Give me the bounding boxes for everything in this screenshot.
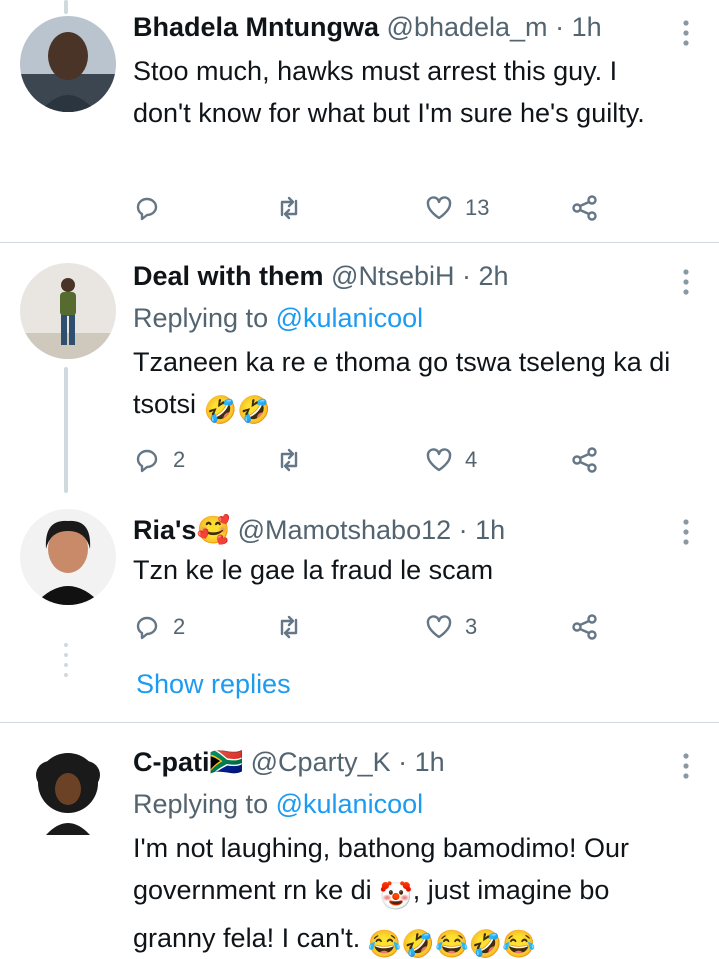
replying-prefix: Replying to <box>133 789 269 819</box>
avatar[interactable] <box>20 263 116 359</box>
like-button[interactable]: 13 <box>425 188 489 228</box>
replying-prefix: Replying to <box>133 303 269 333</box>
timestamp[interactable]: 1h <box>475 515 505 545</box>
reply-count: 2 <box>173 447 186 472</box>
clown-emoji: 🤡 <box>379 881 413 911</box>
user-handle[interactable]: @Cparty_K <box>251 747 391 777</box>
reply-button[interactable] <box>133 188 173 228</box>
avatar[interactable] <box>20 16 116 112</box>
tweet-header: Ria's🥰 @Mamotshabo12 · 1h <box>133 513 679 547</box>
reply-button[interactable]: 2 <box>133 607 185 647</box>
mention-link[interactable]: @kulanicool <box>276 789 424 819</box>
reply-icon <box>136 616 158 640</box>
display-name[interactable]: Deal with them <box>133 261 324 291</box>
laughing-emoji: 😂🤣😂🤣😂 <box>367 929 536 959</box>
tweet-text: I'm not laughing, bathong bamodimo! Our … <box>133 827 679 959</box>
retweet-icon <box>280 196 298 220</box>
like-count: 13 <box>465 195 490 220</box>
display-name[interactable]: Bhadela Mntungwa <box>133 12 379 42</box>
share-icon <box>572 195 597 221</box>
like-icon <box>426 448 452 472</box>
tweet[interactable]: Deal with them @NtsebiH · 2h Replying to… <box>0 243 719 493</box>
like-icon <box>426 196 452 220</box>
tweet-actions: 2 4 <box>133 440 613 480</box>
thread-line <box>64 367 68 493</box>
like-count: 4 <box>465 447 478 472</box>
reply-button[interactable]: 2 <box>133 440 185 480</box>
like-button[interactable]: 4 <box>425 440 477 480</box>
separator: · <box>462 261 472 291</box>
smiling-hearts-emoji: 🥰 <box>196 515 231 545</box>
retweet-button[interactable] <box>275 607 303 647</box>
tweet[interactable]: Bhadela Mntungwa @bhadela_m · 1h Stoo mu… <box>0 0 719 242</box>
share-icon <box>572 447 597 473</box>
tweet-header: Deal with them @NtsebiH · 2h <box>133 259 679 293</box>
tweet-header: Bhadela Mntungwa @bhadela_m · 1h <box>133 10 679 44</box>
share-button[interactable] <box>571 607 599 647</box>
timestamp[interactable]: 1h <box>572 12 602 42</box>
share-button[interactable] <box>571 440 599 480</box>
tweet-text: Tzaneen ka re e thoma go tswa tseleng ka… <box>133 341 679 431</box>
tweet-header: C-pati🇿🇦 @Cparty_K · 1h <box>133 745 679 779</box>
thread-line <box>64 0 68 14</box>
share-button[interactable] <box>571 188 599 228</box>
more-icon[interactable] <box>681 751 691 781</box>
display-name-text: Ria's <box>133 515 197 545</box>
user-handle[interactable]: @bhadela_m <box>387 12 548 42</box>
show-replies-link[interactable]: Show replies <box>136 667 291 701</box>
reply-count: 2 <box>173 614 186 639</box>
tweet[interactable]: Ria's🥰 @Mamotshabo12 · 1h Tzn ke le gae … <box>0 493 719 722</box>
replying-to: Replying to @kulanicool <box>133 787 679 821</box>
more-icon[interactable] <box>681 517 691 547</box>
more-icon[interactable] <box>681 18 691 48</box>
display-name[interactable]: Ria's🥰 <box>133 515 230 545</box>
separator: · <box>555 12 565 42</box>
reply-icon <box>136 449 158 473</box>
laughing-emoji: 🤣🤣 <box>203 395 271 425</box>
mention-link[interactable]: @kulanicool <box>276 303 424 333</box>
tweet[interactable]: C-pati🇿🇦 @Cparty_K · 1h Replying to @kul… <box>0 723 719 959</box>
south-africa-flag-emoji: 🇿🇦 <box>209 747 244 777</box>
separator: · <box>398 747 408 777</box>
tweet-text: Stoo much, hawks must arrest this guy. I… <box>133 56 645 128</box>
timestamp[interactable]: 1h <box>415 747 445 777</box>
display-name-text: C-pati <box>133 747 210 777</box>
tweet-actions: 13 <box>133 188 613 228</box>
separator: · <box>458 515 468 545</box>
retweet-button[interactable] <box>275 188 303 228</box>
like-icon <box>426 615 452 639</box>
share-icon <box>572 614 597 640</box>
reply-icon <box>136 197 158 221</box>
like-count: 3 <box>465 614 478 639</box>
user-handle[interactable]: @Mamotshabo12 <box>238 515 452 545</box>
thread-dots <box>62 643 70 683</box>
timestamp[interactable]: 2h <box>479 261 509 291</box>
retweet-button[interactable] <box>275 440 303 480</box>
display-name[interactable]: C-pati🇿🇦 <box>133 747 243 777</box>
retweet-icon <box>280 615 298 639</box>
more-icon[interactable] <box>681 267 691 297</box>
avatar[interactable] <box>20 509 116 605</box>
like-button[interactable]: 3 <box>425 607 477 647</box>
replying-to: Replying to @kulanicool <box>133 301 679 335</box>
user-handle[interactable]: @NtsebiH <box>331 261 454 291</box>
reply-feed: Bhadela Mntungwa @bhadela_m · 1h Stoo mu… <box>0 0 719 959</box>
retweet-icon <box>280 448 298 472</box>
tweet-text: Tzn ke le gae la fraud le scam <box>133 555 494 585</box>
tweet-actions: 2 3 <box>133 607 613 647</box>
avatar[interactable] <box>20 745 116 841</box>
